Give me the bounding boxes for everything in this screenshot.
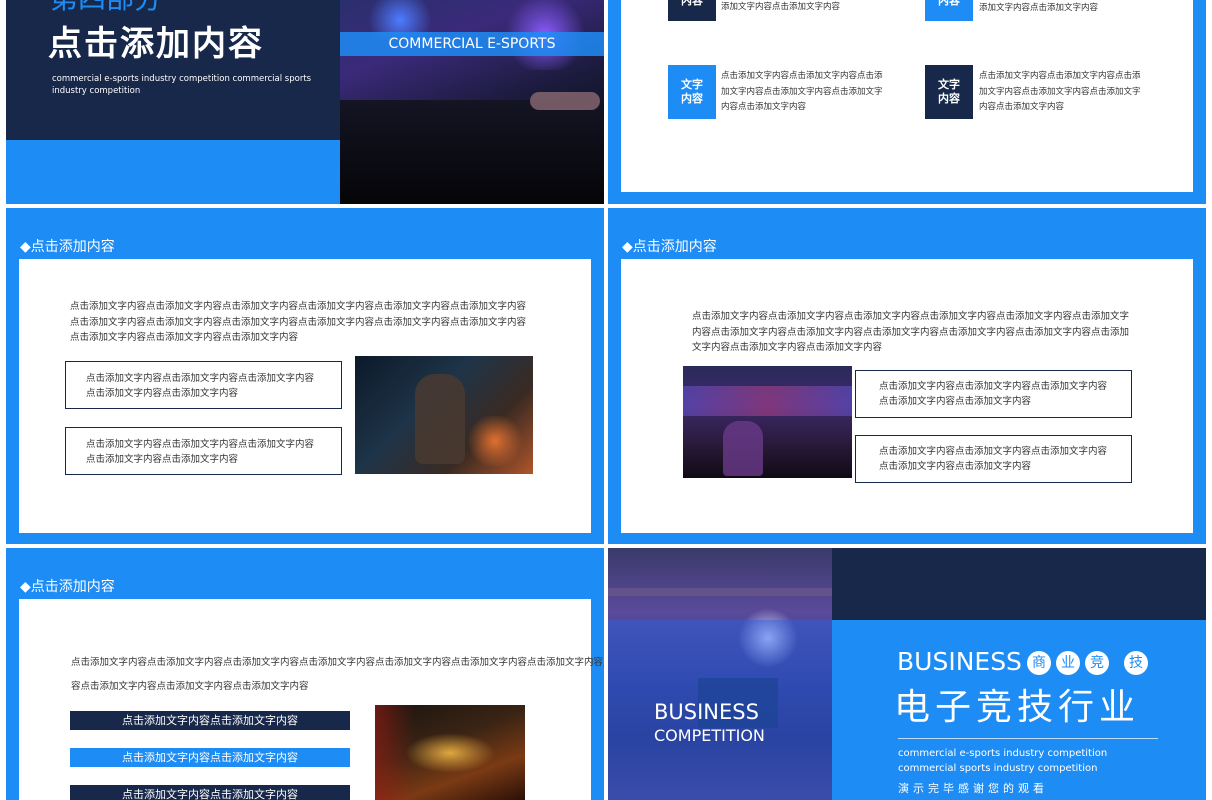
slide-4-box-2: 点击添加文字内容点击添加文字内容点击添加文字内容点击添加文字内容点击添加文字内容 <box>855 435 1132 483</box>
slide-5-paragraph-2: 容点击添加文字内容点击添加文字内容点击添加文字内容 <box>71 681 309 692</box>
slide-1-subtitle: commercial e-sports industry competition… <box>52 74 312 96</box>
tag-text-1: 添加文字内容点击添加文字内容 <box>721 2 841 12</box>
tag-text-2: 添加文字内容点击添加文字内容 <box>979 3 1099 13</box>
slide-6-title: 电子竞技行业 <box>894 687 1141 728</box>
char-circle-2: 业 <box>1056 651 1080 675</box>
arena-lights <box>683 386 852 416</box>
text-tag-3: 文字 内容 <box>668 65 716 119</box>
text-tag-2: 文字 内容 <box>925 0 973 21</box>
char-1: 商 <box>1032 655 1046 671</box>
char-circle-4: 技 <box>1124 651 1148 675</box>
slide-5-paragraph-1: 点击添加文字内容点击添加文字内容点击添加文字内容点击添加文字内容点击添加文字内容… <box>71 657 604 668</box>
char-2: 业 <box>1061 655 1075 671</box>
text-tag-4-label: 文字 内容 <box>938 78 960 105</box>
hand-shape <box>530 92 600 110</box>
text-tag-1: 文字 内容 <box>668 0 716 21</box>
tag-text-3: 点击添加文字内容点击添加文字内容点击添加文字内容点击添加文字内容点击添加文字内容… <box>721 71 883 112</box>
part-label: 第四部分 <box>50 0 162 14</box>
banner-text: COMMERCIAL E-SPORTS <box>388 36 556 52</box>
text-tag-4: 文字 内容 <box>925 65 973 119</box>
slide-5-bar-2: 点击添加文字内容点击添加文字内容 <box>70 748 350 767</box>
poster-red-glow <box>375 705 415 800</box>
slide-4-box-1: 点击添加文字内容点击添加文字内容点击添加文字内容点击添加文字内容点击添加文字内容 <box>855 370 1132 418</box>
photo-line-1: BUSINESS <box>654 700 759 724</box>
slide-3-paragraph: 点击添加文字内容点击添加文字内容点击添加文字内容点击添加文字内容点击添加文字内容… <box>70 301 527 343</box>
slide-3-box-2: 点击添加文字内容点击添加文字内容点击添加文字内容点击添加文字内容点击添加文字内容 <box>65 427 342 475</box>
slide-1-navy-panel <box>6 0 340 140</box>
text-tag-2-label: 文字 内容 <box>938 0 960 7</box>
game-poster-photo <box>375 705 525 800</box>
photo-line-2: COMPETITION <box>654 726 765 745</box>
warrior-figure <box>415 374 465 464</box>
slide-2[interactable]: 文字 内容 添加文字内容点击添加文字内容 文字 内容 添加文字内容点击添加文字内… <box>608 0 1206 204</box>
slide-6[interactable]: BUSINESS COMPETITION BUSINESS 商 业 竞 技 电子… <box>608 548 1206 800</box>
business-heading: BUSINESS <box>897 647 1022 676</box>
stage-truss <box>608 588 832 596</box>
slide-5-title: ◆点击添加内容 <box>20 579 115 595</box>
char-circle-1: 商 <box>1027 651 1051 675</box>
char-4: 技 <box>1129 655 1143 671</box>
game-warrior-photo <box>355 356 533 474</box>
slide-3[interactable]: ◆点击添加内容 点击添加文字内容点击添加文字内容点击添加文字内容点击添加文字内容… <box>6 208 604 544</box>
desk-shape <box>340 100 604 204</box>
esports-keyboard-photo <box>340 0 604 204</box>
text-tag-1-label: 文字 内容 <box>681 0 703 7</box>
slide-4-title: ◆点击添加内容 <box>622 239 717 255</box>
player-silhouette <box>723 421 763 476</box>
slide-1-title: 点击添加内容 <box>48 24 264 64</box>
slide-6-subtitle: commercial e-sports industry competition… <box>898 748 1108 774</box>
slide-3-title: ◆点击添加内容 <box>20 239 115 255</box>
slide-5-bar-3: 点击添加文字内容点击添加文字内容 <box>70 785 350 800</box>
slide-3-box-1: 点击添加文字内容点击添加文字内容点击添加文字内容点击添加文字内容点击添加文字内容 <box>65 361 342 409</box>
esports-arena-photo <box>683 366 852 478</box>
slide-6-navy-band <box>832 548 1206 620</box>
slide-5-bar-1: 点击添加文字内容点击添加文字内容 <box>70 711 350 730</box>
slide-4-paragraph: 点击添加文字内容点击添加文字内容点击添加文字内容点击添加文字内容点击添加文字内容… <box>692 311 1130 353</box>
char-circle-3: 竞 <box>1085 651 1109 675</box>
slide-1[interactable]: 第四部分 点击添加内容 commercial e-sports industry… <box>6 0 604 204</box>
text-tag-3-label: 文字 内容 <box>681 78 703 105</box>
slide-4[interactable]: ◆点击添加内容 点击添加文字内容点击添加文字内容点击添加文字内容点击添加文字内容… <box>608 208 1206 544</box>
thanks-text: 演示完毕感谢您的观看 <box>898 782 1048 795</box>
char-3: 竞 <box>1090 655 1104 671</box>
slide-6-divider <box>898 738 1158 739</box>
slide-5[interactable]: ◆点击添加内容 点击添加文字内容点击添加文字内容点击添加文字内容点击添加文字内容… <box>6 548 604 800</box>
poster-gold-glyph <box>405 733 495 773</box>
tag-text-4: 点击添加文字内容点击添加文字内容点击添加文字内容点击添加文字内容点击添加文字内容… <box>979 71 1141 112</box>
fire-glow <box>465 416 525 466</box>
